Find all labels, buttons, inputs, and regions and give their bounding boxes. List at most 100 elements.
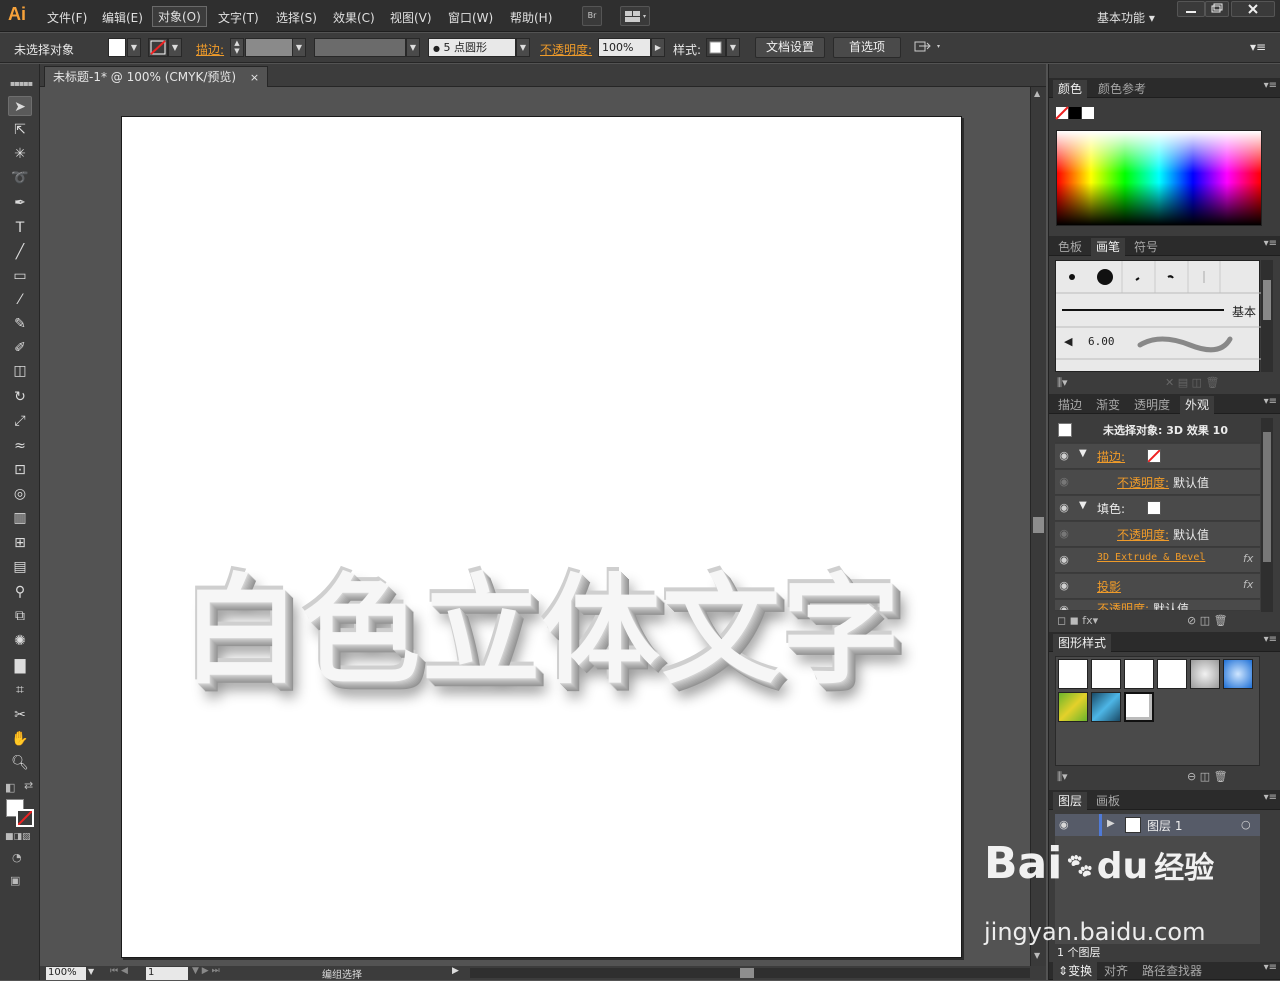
- perspective-grid-tool-icon[interactable]: ▥: [8, 508, 32, 528]
- artboard-tool-icon[interactable]: ⌗: [8, 680, 32, 700]
- brush-library-icon[interactable]: ⫼▾: [1057, 376, 1068, 390]
- stroke-label[interactable]: 描边:: [196, 41, 224, 58]
- drop-shadow-label[interactable]: 投影: [1097, 578, 1121, 595]
- opacity-dropdown[interactable]: ▶: [651, 38, 665, 57]
- stroke-row-label[interactable]: 描边:: [1097, 448, 1125, 465]
- zoom-tool-icon[interactable]: 🔍︎: [8, 753, 32, 773]
- layer-name[interactable]: 图层 1: [1147, 817, 1182, 834]
- panel-menu-icon[interactable]: ▾≡: [1264, 238, 1277, 249]
- variable-width-dropdown[interactable]: ▼: [406, 38, 420, 57]
- visibility-eye-icon[interactable]: ◉: [1057, 475, 1071, 489]
- rotate-tool-icon[interactable]: ↻: [8, 387, 32, 407]
- fill-swatch[interactable]: [108, 38, 126, 57]
- visibility-eye-icon[interactable]: ◉: [1057, 603, 1071, 610]
- visibility-eye-icon[interactable]: ◉: [1057, 449, 1071, 463]
- isolate-button[interactable]: [913, 38, 945, 59]
- artboard-number-field[interactable]: 1: [146, 967, 188, 980]
- style-gray-gradient[interactable]: [1190, 659, 1220, 689]
- appearance-panel-actions[interactable]: ◻ ◼ fx▾: [1057, 614, 1098, 627]
- preferences-button[interactable]: 首选项: [833, 37, 901, 58]
- opacity-row-label[interactable]: 不透明度:: [1117, 474, 1169, 491]
- menu-help[interactable]: 帮助(H): [505, 8, 557, 27]
- style-panel-actions[interactable]: ⊖ ◫ 🗑: [1187, 770, 1228, 783]
- brush-panel-actions[interactable]: ✕ ▤ ◫ 🗑: [1165, 376, 1219, 389]
- artboard[interactable]: 白色立体文字: [121, 116, 962, 958]
- screen-mode-icon[interactable]: ▣: [10, 874, 20, 887]
- opacity-row-label[interactable]: 不透明度:: [1117, 526, 1169, 543]
- 3d-text-artwork[interactable]: 白色立体文字: [122, 535, 962, 706]
- menu-effect[interactable]: 效果(C): [328, 8, 380, 27]
- appearance-row-stroke[interactable]: ◉ ▼ 描边:: [1055, 444, 1260, 469]
- vertical-scrollbar[interactable]: ▲ ▼: [1030, 87, 1046, 967]
- opacity-field[interactable]: 100%: [598, 38, 651, 57]
- stroke-weight-stepper[interactable]: ▲ ▼: [230, 38, 244, 57]
- menu-select[interactable]: 选择(S): [271, 8, 322, 27]
- appearance-scrollbar[interactable]: [1261, 418, 1273, 612]
- menu-view[interactable]: 视图(V): [385, 8, 437, 27]
- panel-menu-icon[interactable]: ▾≡: [1264, 80, 1277, 91]
- style-blue-texture[interactable]: [1091, 692, 1121, 722]
- visibility-eye-icon[interactable]: ◉: [1057, 527, 1071, 541]
- color-mode-buttons[interactable]: ■◨▨: [5, 832, 31, 842]
- expand-layer-icon[interactable]: ▶: [1107, 818, 1115, 829]
- stroke-color-box[interactable]: [16, 809, 34, 827]
- style-dropdown[interactable]: ▼: [726, 38, 740, 57]
- menu-type[interactable]: 文字(T): [213, 8, 264, 27]
- type-tool-icon[interactable]: T: [8, 218, 32, 238]
- lasso-tool-icon[interactable]: ➰: [8, 168, 32, 188]
- brush-definition-field[interactable]: ● 5 点圆形: [428, 38, 516, 57]
- appearance-row-fill-opacity[interactable]: ◉ 不透明度: 默认值: [1055, 522, 1260, 547]
- shape-builder-tool-icon[interactable]: ◎: [8, 484, 32, 504]
- menu-edit[interactable]: 编辑(E): [97, 8, 148, 27]
- menu-object[interactable]: 对象(O): [152, 6, 207, 27]
- tab-align[interactable]: 对齐: [1099, 962, 1133, 980]
- hand-tool-icon[interactable]: ✋: [8, 729, 32, 749]
- eyedropper-tool-icon[interactable]: ⚲: [8, 582, 32, 602]
- style-white[interactable]: [1124, 659, 1154, 689]
- control-panel-menu-icon[interactable]: ▾≡: [1250, 40, 1266, 54]
- close-window-button[interactable]: [1231, 1, 1275, 17]
- magic-wand-tool-icon[interactable]: ✳: [8, 144, 32, 164]
- visibility-eye-icon[interactable]: ◉: [1057, 553, 1071, 567]
- tab-transparency[interactable]: 透明度: [1129, 396, 1175, 414]
- brush-list[interactable]: 基本 ◀ 6.00: [1055, 260, 1261, 372]
- minimize-button[interactable]: [1177, 1, 1205, 17]
- arrange-documents-button[interactable]: [620, 6, 650, 26]
- tab-color[interactable]: 颜色: [1053, 80, 1088, 98]
- fill-white-swatch[interactable]: [1147, 501, 1161, 515]
- gradient-tool-icon[interactable]: ▤: [8, 557, 32, 577]
- blend-tool-icon[interactable]: ⧉: [8, 606, 32, 626]
- rectangle-tool-icon[interactable]: ▭: [8, 266, 32, 286]
- zoom-dropdown-icon[interactable]: ▼: [88, 967, 94, 976]
- appearance-row-3d-effect[interactable]: ◉ 3D Extrude & Bevel fx: [1055, 548, 1260, 573]
- tab-transform[interactable]: ⇕变换: [1053, 962, 1098, 980]
- fill-row-label[interactable]: 填色:: [1097, 500, 1125, 517]
- opacity-row-label[interactable]: 不透明度:: [1097, 600, 1149, 610]
- tab-swatches[interactable]: 色板: [1053, 238, 1087, 256]
- tab-color-guide[interactable]: 颜色参考: [1093, 80, 1151, 98]
- variable-width-field[interactable]: [314, 38, 406, 57]
- fx-icon[interactable]: fx: [1243, 578, 1253, 591]
- pen-tool-icon[interactable]: ✒: [8, 193, 32, 213]
- tab-brushes[interactable]: 画笔: [1091, 238, 1126, 256]
- style-default[interactable]: [1058, 659, 1088, 689]
- column-graph-tool-icon[interactable]: ▇: [8, 656, 32, 676]
- style-green-texture[interactable]: [1058, 692, 1088, 722]
- document-tab[interactable]: 未标题-1* @ 100% (CMYK/预览) ×: [44, 66, 269, 87]
- style-none[interactable]: [1091, 659, 1121, 689]
- pencil-tool-icon[interactable]: ✎: [8, 314, 32, 334]
- tab-symbols[interactable]: 符号: [1129, 238, 1163, 256]
- panel-menu-icon[interactable]: ▾≡: [1264, 962, 1277, 973]
- 3d-effect-label[interactable]: 3D Extrude & Bevel: [1097, 552, 1205, 563]
- tab-layers[interactable]: 图层: [1053, 792, 1088, 810]
- first-artboard-icon[interactable]: ⏮ ◀: [110, 966, 128, 976]
- brush-dropdown[interactable]: ▼: [516, 38, 530, 57]
- slice-tool-icon[interactable]: ✂: [8, 705, 32, 725]
- paintbrush-tool-icon[interactable]: ⁄: [8, 290, 32, 310]
- tab-pathfinder[interactable]: 路径查找器: [1137, 962, 1207, 980]
- stroke-none-swatch[interactable]: [1147, 449, 1161, 463]
- tab-graphic-styles[interactable]: 图形样式: [1053, 634, 1112, 652]
- next-artboard-icon[interactable]: ▼ ▶ ⏭: [192, 966, 220, 976]
- symbol-sprayer-tool-icon[interactable]: ✺: [8, 631, 32, 651]
- tab-artboards[interactable]: 画板: [1091, 792, 1125, 810]
